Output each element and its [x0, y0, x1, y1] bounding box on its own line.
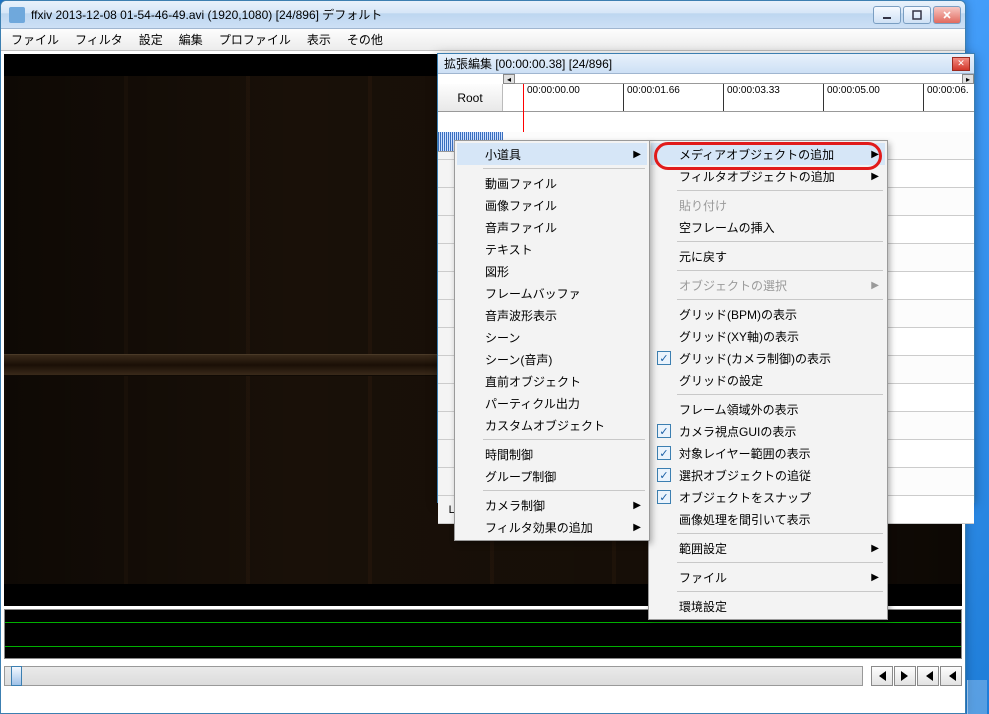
ctx-item[interactable]: テキスト — [457, 238, 647, 260]
menu-other[interactable]: その他 — [339, 28, 391, 51]
ctx-item[interactable]: グリッド(BPM)の表示 — [651, 303, 885, 325]
maximize-button[interactable] — [903, 6, 931, 24]
root-button[interactable]: Root — [438, 84, 503, 111]
time-ruler[interactable]: 00:00:00.00 00:00:01.66 00:00:03.33 00:0… — [503, 84, 974, 111]
ctx-item[interactable]: フィルタオブジェクトの追加▶ — [651, 165, 885, 187]
ctx-item[interactable]: 空フレームの挿入 — [651, 216, 885, 238]
ctx-item[interactable]: フレーム領域外の表示 — [651, 398, 885, 420]
minimize-button[interactable] — [873, 6, 901, 24]
time-tick: 00:00:00.00 — [523, 84, 580, 111]
time-tick: 00:00:03.33 — [723, 84, 780, 111]
ext-titlebar[interactable]: 拡張編集 [00:00:00.38] [24/896] ✕ — [438, 54, 974, 74]
ctx-item[interactable]: グループ制御 — [457, 465, 647, 487]
menu-file[interactable]: ファイル — [3, 28, 67, 51]
menu-edit[interactable]: 編集 — [171, 28, 211, 51]
window-title: ffxiv 2013-12-08 01-54-46-49.avi (1920,1… — [31, 6, 873, 23]
ctx-item[interactable]: 選択オブジェクトの追従✓ — [651, 464, 885, 486]
seek-thumb[interactable] — [11, 666, 22, 686]
ctx-item[interactable]: パーティクル出力 — [457, 392, 647, 414]
ctx-item[interactable]: 画像ファイル — [457, 194, 647, 216]
ctx-item: オブジェクトの選択▶ — [651, 274, 885, 296]
ctx-item[interactable]: 動画ファイル — [457, 172, 647, 194]
ctx-item[interactable]: フィルタ効果の追加▶ — [457, 516, 647, 538]
ctx-item[interactable]: メディアオブジェクトの追加▶ — [651, 143, 885, 165]
menu-view[interactable]: 表示 — [299, 28, 339, 51]
app-icon — [9, 7, 25, 23]
ctx-item[interactable]: グリッド(XY軸)の表示 — [651, 325, 885, 347]
ctx-item[interactable]: 範囲設定▶ — [651, 537, 885, 559]
ctx-item[interactable]: ファイル▶ — [651, 566, 885, 588]
ctx-item[interactable]: 画像処理を間引いて表示 — [651, 508, 885, 530]
prev-frame-button[interactable] — [871, 666, 893, 686]
ctx-item[interactable]: 対象レイヤー範囲の表示✓ — [651, 442, 885, 464]
show-desktop-button[interactable] — [967, 680, 987, 714]
ctx-item[interactable]: グリッドの設定 — [651, 369, 885, 391]
time-tick: 00:00:05.00 — [823, 84, 880, 111]
menu-filter[interactable]: フィルタ — [67, 28, 131, 51]
ctx-item[interactable]: カメラ制御▶ — [457, 494, 647, 516]
ctx-item: 貼り付け — [651, 194, 885, 216]
time-tick: 00:00:01.66 — [623, 84, 680, 111]
ctx-item[interactable]: シーン — [457, 326, 647, 348]
close-button[interactable] — [933, 6, 961, 24]
transport-row — [4, 665, 962, 687]
menu-profile[interactable]: プロファイル — [211, 28, 299, 51]
ctx-item[interactable]: 元に戻す — [651, 245, 885, 267]
ctx-item[interactable]: フレームバッファ — [457, 282, 647, 304]
ctx-item[interactable]: 音声ファイル — [457, 216, 647, 238]
goto-start-button[interactable] — [917, 666, 939, 686]
menubar: ファイル フィルタ 設定 編集 プロファイル 表示 その他 — [1, 29, 965, 51]
ctx-item[interactable]: 図形 — [457, 260, 647, 282]
ctx-item[interactable]: カスタムオブジェクト — [457, 414, 647, 436]
ctx-item[interactable]: オブジェクトをスナップ✓ — [651, 486, 885, 508]
ctx-item[interactable]: 直前オブジェクト — [457, 370, 647, 392]
ctx-item[interactable]: 小道具▶ — [457, 143, 647, 165]
ext-title-text: 拡張編集 [00:00:00.38] [24/896] — [444, 55, 952, 72]
timeline-header: Root 00:00:00.00 00:00:01.66 00:00:03.33… — [438, 84, 974, 112]
menu-settings[interactable]: 設定 — [131, 28, 171, 51]
time-tick: 00:00:06. — [923, 84, 969, 111]
scroll-left-icon[interactable]: ◂ — [503, 74, 515, 84]
ctx-item[interactable]: 時間制御 — [457, 443, 647, 465]
window-controls — [873, 6, 961, 24]
media-object-submenu[interactable]: 小道具▶ 動画ファイル画像ファイル音声ファイルテキスト図形フレームバッファ音声波形… — [454, 140, 650, 541]
ctx-item[interactable]: カメラ視点GUIの表示✓ — [651, 420, 885, 442]
goto-end-button[interactable] — [940, 666, 962, 686]
context-menu[interactable]: メディアオブジェクトの追加▶フィルタオブジェクトの追加▶ 貼り付け空フレームの挿入… — [648, 140, 888, 620]
ctx-item[interactable]: 音声波形表示 — [457, 304, 647, 326]
ctx-item[interactable]: グリッド(カメラ制御)の表示✓ — [651, 347, 885, 369]
seek-slider[interactable] — [4, 666, 863, 686]
ctx-item[interactable]: 環境設定 — [651, 595, 885, 617]
scroll-right-icon[interactable]: ▸ — [962, 74, 974, 84]
titlebar[interactable]: ffxiv 2013-12-08 01-54-46-49.avi (1920,1… — [1, 1, 965, 29]
ctx-item[interactable]: シーン(音声) — [457, 348, 647, 370]
playback-buttons — [871, 666, 962, 686]
next-frame-button[interactable] — [894, 666, 916, 686]
timeline-mini-scroll[interactable]: ◂ ▸ — [503, 74, 974, 84]
ext-close-button[interactable]: ✕ — [952, 57, 970, 71]
